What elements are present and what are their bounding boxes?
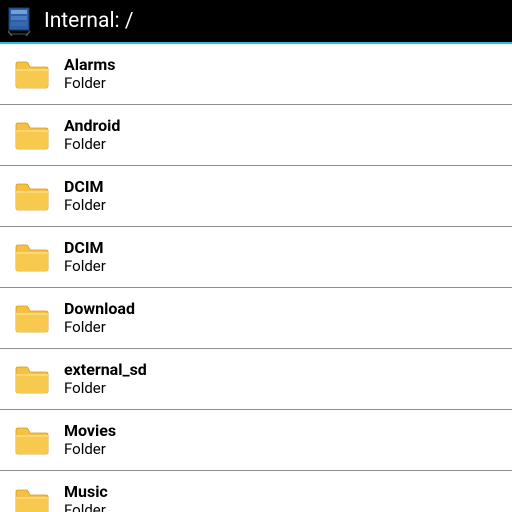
list-item[interactable]: DCIM Folder: [0, 166, 512, 227]
folder-icon: [14, 303, 50, 333]
folder-name: DCIM: [64, 177, 106, 196]
row-text: Alarms Folder: [64, 55, 115, 94]
folder-name: Android: [64, 116, 120, 135]
header-bar: Internal: /: [0, 0, 512, 44]
folder-icon: [14, 242, 50, 272]
row-text: DCIM Folder: [64, 238, 106, 277]
app-icon: [8, 6, 34, 36]
row-text: Music Folder: [64, 482, 108, 512]
folder-name: Alarms: [64, 55, 115, 74]
list-item[interactable]: Alarms Folder: [0, 44, 512, 105]
row-text: Android Folder: [64, 116, 120, 155]
folder-name: Download: [64, 299, 135, 318]
list-item[interactable]: Movies Folder: [0, 410, 512, 471]
folder-type: Folder: [64, 379, 147, 399]
list-item[interactable]: Android Folder: [0, 105, 512, 166]
row-text: Download Folder: [64, 299, 135, 338]
folder-icon: [14, 59, 50, 89]
list-item[interactable]: Download Folder: [0, 288, 512, 349]
folder-icon: [14, 364, 50, 394]
folder-icon: [14, 425, 50, 455]
folder-icon: [14, 120, 50, 150]
folder-type: Folder: [64, 196, 106, 216]
folder-list: Alarms Folder Android Folder DCIM Folder…: [0, 44, 512, 512]
row-text: Movies Folder: [64, 421, 116, 460]
folder-type: Folder: [64, 501, 108, 512]
page-title: Internal: /: [44, 9, 134, 33]
folder-type: Folder: [64, 318, 135, 338]
folder-icon: [14, 487, 50, 512]
folder-type: Folder: [64, 440, 116, 460]
folder-type: Folder: [64, 74, 115, 94]
list-item[interactable]: DCIM Folder: [0, 227, 512, 288]
folder-name: external_sd: [64, 360, 147, 379]
folder-icon: [14, 181, 50, 211]
folder-type: Folder: [64, 257, 106, 277]
row-text: DCIM Folder: [64, 177, 106, 216]
folder-name: DCIM: [64, 238, 106, 257]
folder-name: Movies: [64, 421, 116, 440]
folder-name: Music: [64, 482, 108, 501]
list-item[interactable]: external_sd Folder: [0, 349, 512, 410]
list-item[interactable]: Music Folder: [0, 471, 512, 512]
folder-type: Folder: [64, 135, 120, 155]
row-text: external_sd Folder: [64, 360, 147, 399]
